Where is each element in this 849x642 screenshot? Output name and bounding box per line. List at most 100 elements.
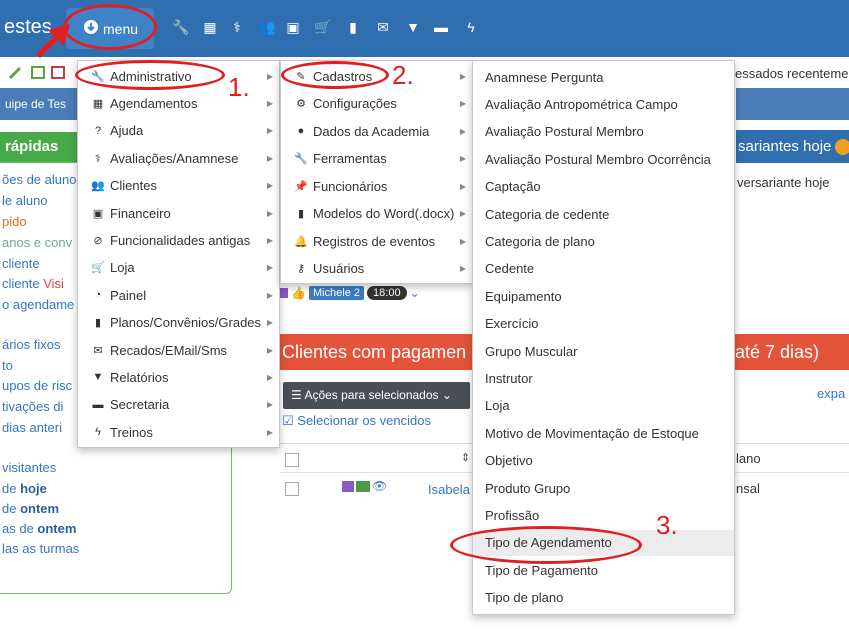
caret-right-icon: ▶	[266, 427, 273, 437]
submenu-item-dados-da-academia[interactable]: ● Dados da Academia ▶	[281, 118, 472, 144]
caret-right-icon: ▶	[266, 126, 273, 136]
menu-item-planos-conv-nios-grades[interactable]: ▮ Planos/Convênios/Grades ▶	[78, 310, 279, 336]
cadastro-item-objetivo[interactable]: Objetivo	[473, 448, 734, 474]
cadastro-item-avaliacao-postural-membro-ocorrencia[interactable]: Avaliação Postural Membro Ocorrência	[473, 146, 734, 172]
file-icon[interactable]: ▮	[344, 18, 362, 36]
quick-link[interactable]: le aluno	[2, 193, 48, 208]
menu-item-treinos[interactable]: ϟ Treinos ▶	[78, 419, 279, 445]
submenu-item-funcion-rios[interactable]: 📌 Funcionários ▶	[281, 173, 472, 199]
quick-link[interactable]: cliente	[2, 256, 40, 271]
money-icon[interactable]	[356, 481, 370, 492]
cadastro-item-label: Categoria de plano	[485, 233, 595, 249]
cadastro-item-captacao[interactable]: Captação	[473, 174, 734, 200]
submenu-item-usu-rios[interactable]: ⚷ Usuários ▶	[281, 256, 472, 282]
menu-item-label: Funcionalidades antigas	[110, 232, 251, 248]
cadastro-item-label: Captação	[485, 179, 541, 195]
menu-item-relat-rios[interactable]: ▼ Relatórios ▶	[78, 364, 279, 390]
quick-link[interactable]: upos de risc	[2, 378, 72, 393]
cadastro-item-label: Categoria de cedente	[485, 206, 610, 222]
menu-item-secretaria[interactable]: ▬ Secretaria ▶	[78, 392, 279, 418]
wrench-icon[interactable]: 🔧	[172, 18, 190, 36]
stethoscope-icon[interactable]: ⚕	[228, 18, 246, 36]
quick-link[interactable]: tivações di	[2, 399, 63, 414]
cadastro-item-categoria-de-plano[interactable]: Categoria de plano	[473, 228, 734, 254]
wrench-icon: 🔧	[294, 153, 308, 165]
menu-item-funcionalidades-antigas[interactable]: ⊘ Funcionalidades antigas ▶	[78, 227, 279, 253]
chevron-down-icon[interactable]: ⌄	[410, 286, 420, 300]
quick-link[interactable]: anos e conv	[2, 235, 72, 250]
cadastro-item-profissao[interactable]: Profissão	[473, 502, 734, 528]
eye-icon[interactable]: 👁	[372, 480, 387, 492]
plano-column-header: lano	[736, 451, 761, 466]
toolbar-icons	[8, 66, 65, 80]
cadastro-item-anamnese-pergunta[interactable]: Anamnese Pergunta	[473, 64, 734, 90]
menu-item-clientes[interactable]: 👥 Clientes ▶	[78, 173, 279, 199]
quick-link[interactable]: las as turmas	[2, 541, 79, 556]
sort-icon[interactable]: ⇕	[461, 451, 470, 464]
calendar-icon[interactable]: ▦	[201, 18, 219, 36]
cadastro-item-motivo-de-movimentacao-de-estoque[interactable]: Motivo de Movimentação de Estoque	[473, 420, 734, 446]
submenu-item-ferramentas[interactable]: 🔧 Ferramentas ▶	[281, 146, 472, 172]
submenu-item-modelos-do-word-docx-[interactable]: ▮ Modelos do Word(.docx) ▶	[281, 201, 472, 227]
cadastro-item-exercicio[interactable]: Exercício	[473, 311, 734, 337]
cadastro-item-avaliacao-postural-membro[interactable]: Avaliação Postural Membro	[473, 119, 734, 145]
menu-item-label: Relatórios	[110, 369, 169, 385]
cadastro-item-label: Objetivo	[485, 453, 533, 469]
cadastro-item-grupo-muscular[interactable]: Grupo Muscular	[473, 338, 734, 364]
menu-item-financeiro[interactable]: ▣ Financeiro ▶	[78, 200, 279, 226]
menu-item-loja[interactable]: 🛒 Loja ▶	[78, 255, 279, 281]
menu-item-ajuda[interactable]: ? Ajuda ▶	[78, 118, 279, 144]
submenu-item-registros-de-eventos[interactable]: 🔔 Registros de eventos ▶	[281, 228, 472, 254]
bulk-actions-button[interactable]: ☰ Ações para selecionados ⌄	[283, 382, 470, 409]
menu-item-avalia-es-anamnese[interactable]: ⚕ Avaliações/Anamnese ▶	[78, 145, 279, 171]
quick-link[interactable]: o agendame	[2, 297, 74, 312]
file-icon: ▮	[94, 317, 102, 330]
expand-link[interactable]: expa	[817, 386, 845, 401]
menu-item-painel[interactable]: ◔ Painel ▶	[78, 282, 279, 308]
users-icon[interactable]: 👥	[258, 18, 276, 36]
quick-link[interactable]: as de ontem	[2, 521, 76, 536]
row-icons: 👁	[342, 480, 387, 492]
cadastro-item-instrutor[interactable]: Instrutor	[473, 365, 734, 391]
quick-link[interactable]: ários fixos	[2, 337, 61, 352]
desk-icon[interactable]: ▬	[432, 18, 450, 36]
money-icon[interactable]: ▣	[284, 18, 302, 36]
quick-link[interactable]: dias anteri	[2, 420, 62, 435]
cadastro-item-categoria-de-cedente[interactable]: Categoria de cedente	[473, 201, 734, 227]
bolt-icon[interactable]: ϟ	[462, 18, 480, 36]
cadastro-item-equipamento[interactable]: Equipamento	[473, 283, 734, 309]
quick-link[interactable]: visitantes	[2, 460, 56, 475]
select-all-checkbox[interactable]	[285, 453, 299, 467]
time-tag[interactable]: 18:00	[367, 286, 407, 300]
row-checkbox[interactable]	[285, 482, 299, 496]
cadastro-item-produto-grupo[interactable]: Produto Grupo	[473, 475, 734, 501]
chevron-down-icon: ⌄	[441, 388, 452, 402]
camera-icon[interactable]	[342, 481, 354, 492]
quick-link[interactable]: pido	[2, 214, 27, 229]
annotation-step-2: 2.	[392, 60, 414, 90]
quick-link[interactable]: to	[2, 358, 13, 373]
teacher-tag[interactable]: Michele 2	[308, 286, 365, 300]
cadastro-item-label: Avaliação Postural Membro Ocorrência	[485, 151, 711, 167]
anniversaries-title: sariantes hoje	[738, 138, 832, 155]
envelope-icon[interactable]: ✉	[374, 18, 392, 36]
quick-link[interactable]: de ontem	[2, 501, 59, 516]
select-expired-label: Selecionar os vencidos	[297, 413, 431, 428]
client-name-link[interactable]: Isabela	[428, 482, 470, 497]
quick-link[interactable]: ões de aluno	[2, 172, 76, 187]
quick-link[interactable]: cliente Visi	[2, 276, 64, 291]
cadastro-item-cedente[interactable]: Cedente	[473, 256, 734, 282]
submenu-item-configura-es[interactable]: ⚙ Configurações ▶	[281, 91, 472, 117]
annotation-circle-administrativo	[75, 60, 225, 90]
cart-icon[interactable]: 🛒	[314, 18, 332, 36]
filter-icon[interactable]: ▼	[404, 18, 422, 36]
cadastro-item-avaliacao-antropometrica-campo[interactable]: Avaliação Antropométrica Campo	[473, 91, 734, 117]
cadastro-item-tipo-de-plano[interactable]: Tipo de plano	[473, 585, 734, 611]
caret-right-icon: ▶	[459, 264, 466, 273]
select-expired-link[interactable]: ☑ Selecionar os vencidos	[282, 413, 431, 429]
pushpin-icon: 📌	[294, 180, 308, 193]
quick-link[interactable]: de hoje	[2, 481, 47, 496]
caret-right-icon: ▶	[266, 318, 273, 328]
menu-item-recados-email-sms[interactable]: ✉ Recados/EMail/Sms ▶	[78, 337, 279, 363]
cadastro-item-loja[interactable]: Loja	[473, 393, 734, 419]
